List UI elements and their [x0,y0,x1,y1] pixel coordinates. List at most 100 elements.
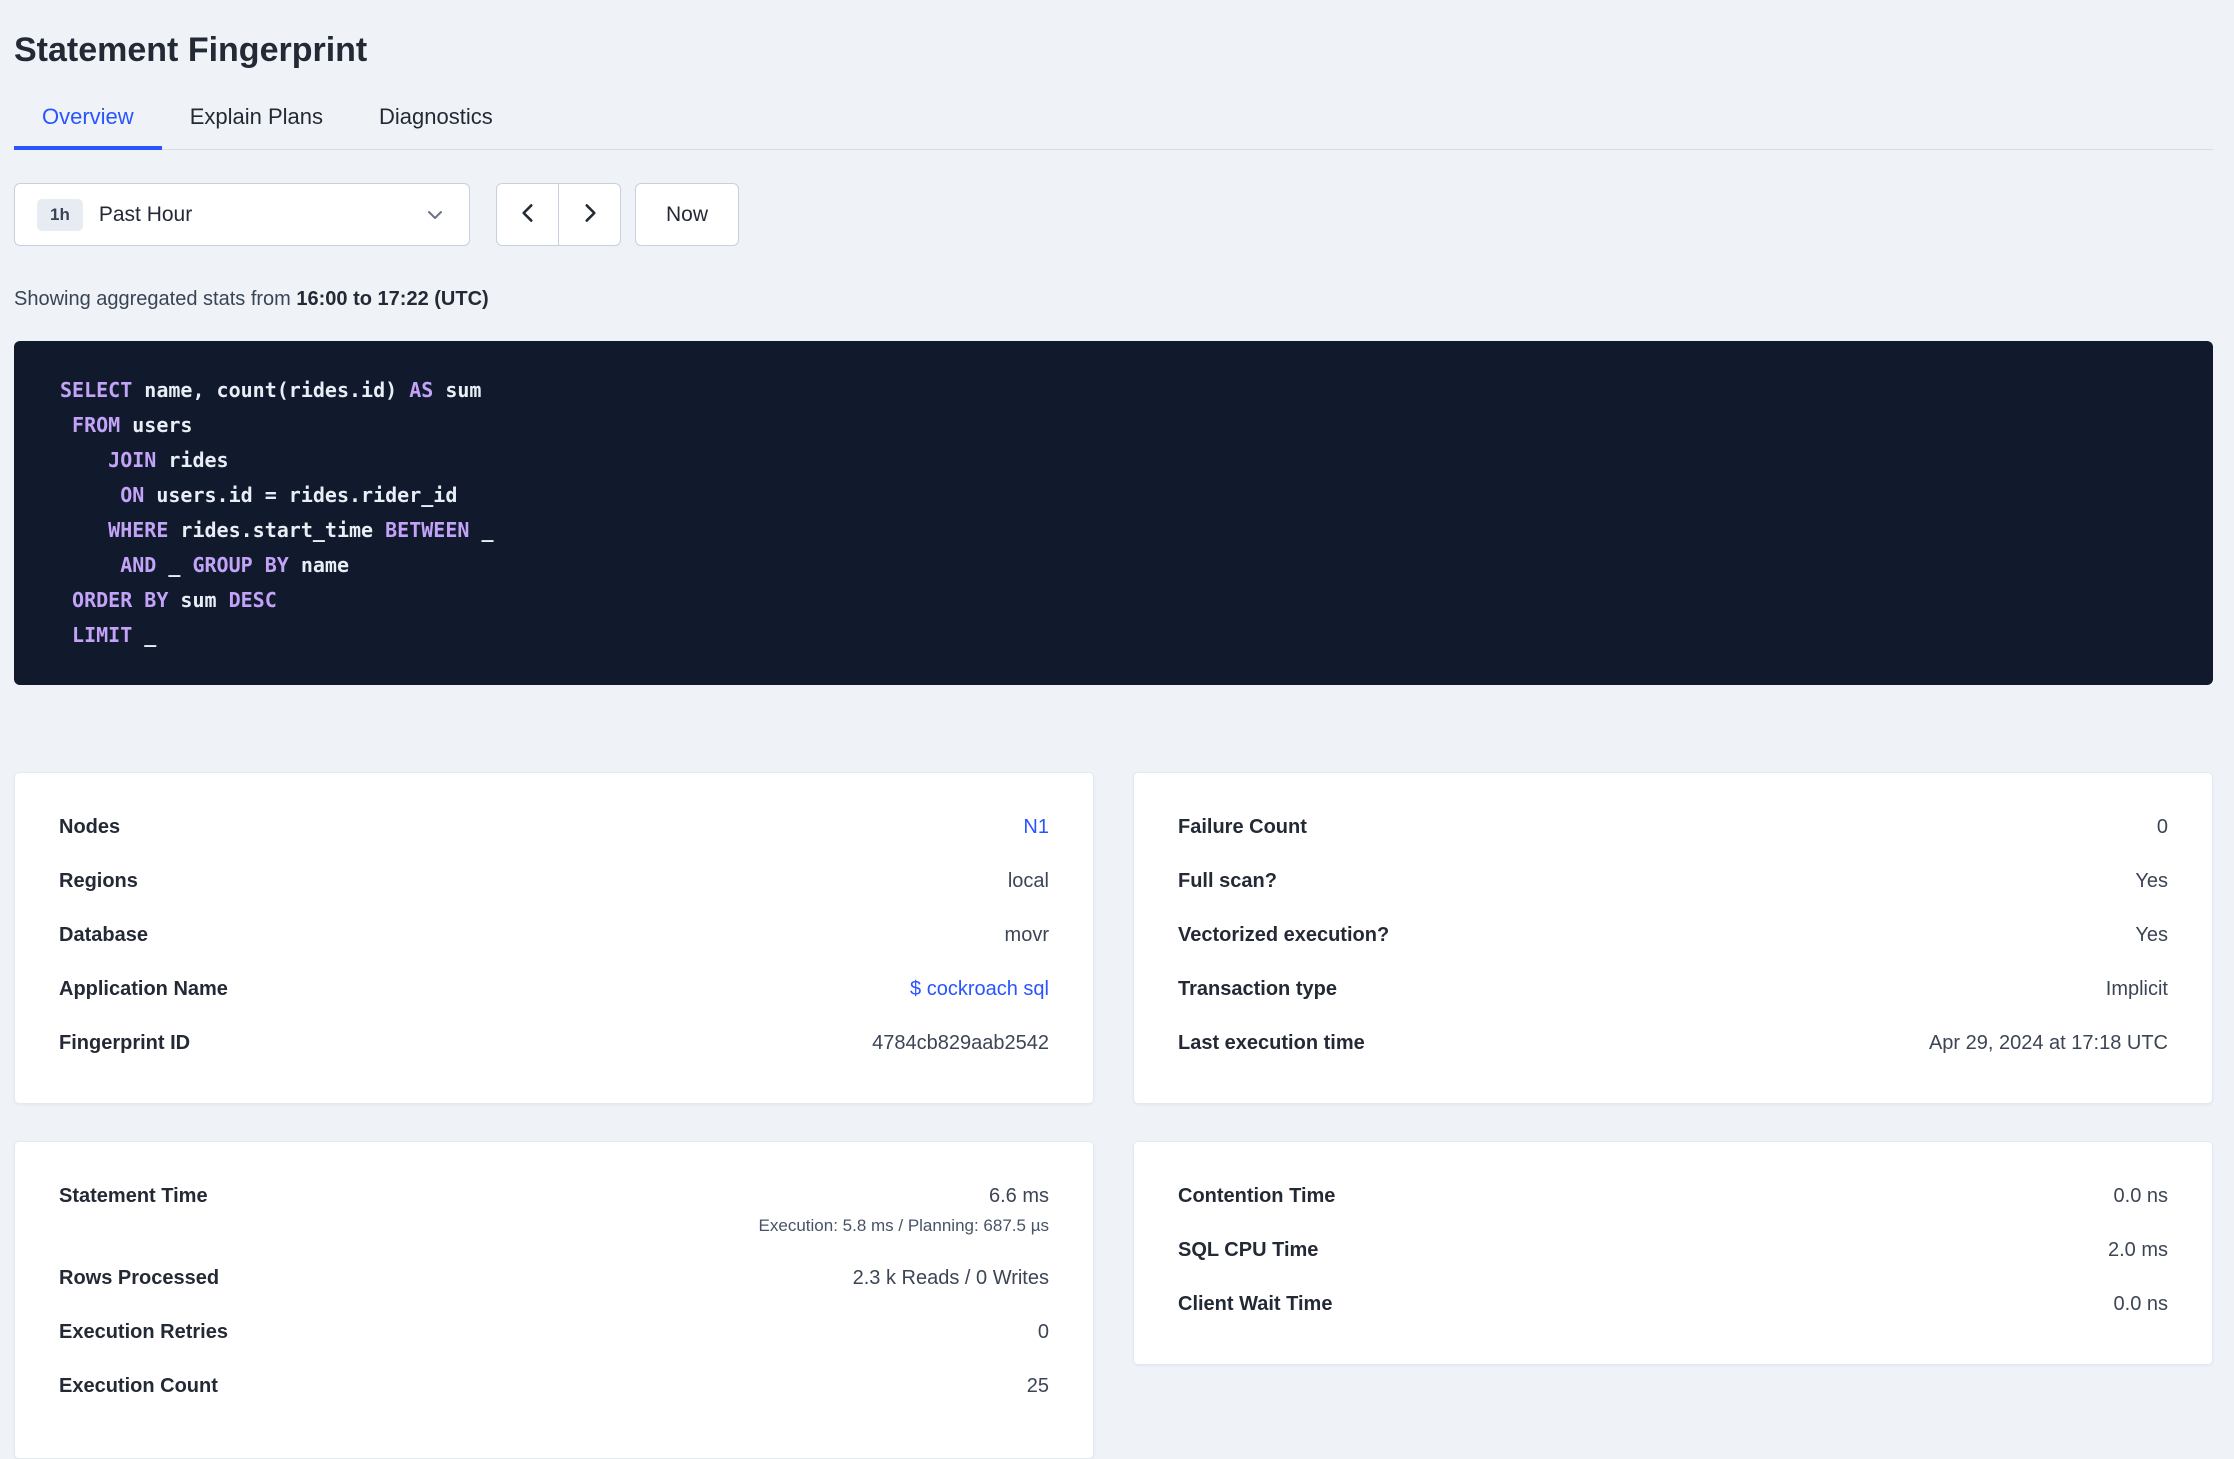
stat-value-cell: Yes [2135,867,2168,895]
sql-text: name, count(rides.id) [132,378,410,402]
stat-row-last-execution-time: Last execution time Apr 29, 2024 at 17:18… [1178,1029,2168,1057]
stat-label: Execution Retries [59,1321,228,1343]
stat-value-cell: local [1008,867,1049,895]
stat-label: Last execution time [1178,1032,1365,1054]
stat-value-cell: Apr 29, 2024 at 17:18 UTC [1929,1029,2168,1057]
page-title: Statement Fingerprint [14,31,368,69]
time-range-dropdown[interactable]: 1h Past Hour [14,183,470,246]
stat-value-cell: 0 [1038,1318,1049,1346]
stat-row-database: Database movr [59,921,1049,949]
stat-value: 6.6 ms [988,1185,1049,1207]
stat-value-cell: 4784cb829aab2542 [872,1029,1049,1057]
sql-text: users [120,413,193,437]
statement-fingerprint-page: Statement Fingerprint Overview Explain Pl… [0,0,2234,1459]
stat-value-link[interactable]: N1 [1023,813,1049,841]
chevron-left-icon [515,200,541,229]
range-step-buttons [496,183,621,246]
stat-value-link[interactable]: $ cockroach sql [910,975,1049,1003]
sql-line: WHERE rides.start_time BETWEEN _ [60,513,2167,548]
stat-label: Fingerprint ID [59,1032,191,1054]
statement-time-card: Statement Time 6.6 ms Execution: 5.8 ms / … [14,1141,1094,1459]
tab-bar: Overview Explain Plans Diagnostics [14,86,2213,150]
sql-text: rides.start_time [168,518,386,542]
stats-line-prefix: Showing aggregated stats from [14,288,297,310]
sql-text: _ [132,623,157,647]
stat-row-execution-retries: Execution Retries 0 [59,1318,1049,1346]
stat-row-full-scan: Full scan? Yes [1178,867,2168,895]
stat-value: Yes [2135,924,2168,946]
stat-row-sql-cpu-time: SQL CPU Time 2.0 ms [1178,1236,2168,1264]
stat-label: Application Name [59,978,228,1000]
stat-label: Rows Processed [59,1267,220,1289]
sql-keyword: AND [120,553,157,577]
stat-value-cell: 2.0 ms [2108,1236,2168,1264]
stat-value-cell: 25 [1027,1372,1049,1400]
wait-time-card: Contention Time 0.0 ns SQL CPU Time 2.0 ms C… [1133,1141,2213,1365]
stat-row-failure-count: Failure Count 0 [1178,813,2168,841]
stat-value-cell: 2.3 k Reads / 0 Writes [853,1264,1049,1292]
sql-text: sum [168,588,229,612]
stat-row-fingerprint-id: Fingerprint ID 4784cb829aab2542 [59,1029,1049,1057]
stat-value-cell: 6.6 ms Execution: 5.8 ms / Planning: 687.… [759,1182,1049,1238]
sql-keyword: SELECT [60,378,133,402]
stat-value: Yes [2135,870,2168,892]
stat-label: Failure Count [1178,816,1307,838]
stat-value: 0.0 ns [2113,1293,2168,1315]
tab-overview[interactable]: Overview [14,86,162,150]
sql-keyword: FROM [72,413,121,437]
sql-line: SELECT name, count(rides.id) AS sum [60,373,2167,408]
details-cards-row: Nodes N1 Regions local Database movr Applicati… [14,772,2213,1104]
stat-value-cell: 0.0 ns [2114,1182,2168,1210]
stat-label: Vectorized execution? [1178,924,1390,946]
sql-text: name [288,553,350,577]
stat-label: SQL CPU Time [1178,1239,1319,1261]
stat-value: 2.0 ms [2107,1239,2168,1261]
stat-row-transaction-type: Transaction type Implicit [1178,975,2168,1003]
interval-badge: 1h [37,198,83,231]
sql-text: rides [156,448,229,472]
stat-value: movr [1004,924,1049,946]
stat-row-application-name: Application Name $ cockroach sql [59,975,1049,1003]
stat-label: Client Wait Time [1178,1293,1333,1315]
stat-label: Contention Time [1178,1185,1336,1207]
chevron-down-icon [423,203,447,227]
next-range-button[interactable] [558,183,621,246]
stat-row-rows-processed: Rows Processed 2.3 k Reads / 0 Writes [59,1264,1049,1292]
sql-keyword: WHERE [108,518,169,542]
stat-subvalue: Execution: 5.8 ms / Planning: 687.5 µs [758,1216,1049,1235]
sql-line: ON users.id = rides.rider_id [60,478,2167,513]
stat-value: Apr 29, 2024 at 17:18 UTC [1928,1032,2168,1054]
time-range-label: Past Hour [98,202,193,226]
tab-diagnostics[interactable]: Diagnostics [351,86,521,150]
sql-keyword: BETWEEN [385,518,470,542]
tab-explain-plans[interactable]: Explain Plans [162,86,351,150]
sql-keyword: JOIN [108,448,157,472]
stat-value: 0 [2156,816,2168,838]
prev-range-button[interactable] [496,183,559,246]
stat-value-cell: $ cockroach sql [910,975,1049,1003]
now-button[interactable]: Now [635,183,740,246]
stat-label: Nodes [59,816,121,838]
time-controls: 1h Past Hour Now [14,183,2213,246]
stat-label: Regions [59,870,138,892]
sql-text: sum [433,378,482,402]
statement-details-card: Nodes N1 Regions local Database movr Applicati… [14,772,1094,1104]
stat-label: Transaction type [1178,978,1337,1000]
sql-line: FROM users [60,408,2167,443]
stat-row-execution-count: Execution Count 25 [59,1372,1049,1400]
stat-label: Statement Time [59,1185,208,1207]
sql-keyword: ORDER BY [72,588,169,612]
stat-label: Full scan? [1178,870,1277,892]
stat-value-cell: 0 [2157,813,2168,841]
timing-cards-row: Statement Time 6.6 ms Execution: 5.8 ms / … [14,1141,2213,1459]
stat-row-regions: Regions local [59,867,1049,895]
stat-value-cell: Yes [2135,921,2168,949]
execution-attributes-card: Failure Count 0 Full scan? Yes Vectorized ex… [1133,772,2213,1104]
